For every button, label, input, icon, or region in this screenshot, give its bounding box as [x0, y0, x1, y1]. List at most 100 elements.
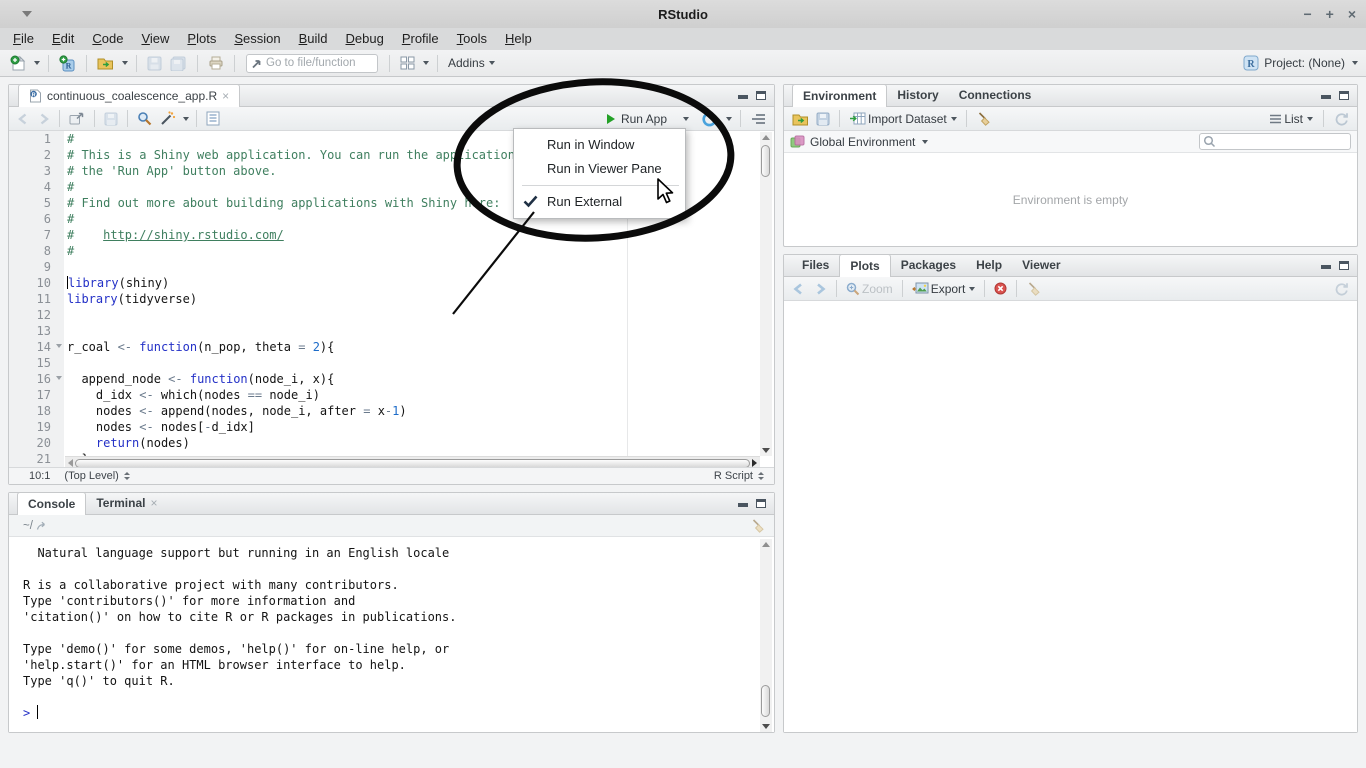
publish-caret-icon[interactable] — [726, 116, 732, 121]
minimize-pane-icon[interactable] — [1321, 91, 1332, 100]
open-file-button[interactable] — [95, 55, 116, 71]
menu-code[interactable]: Code — [83, 28, 132, 50]
editor-tab-close-icon[interactable]: × — [222, 86, 229, 107]
previous-plot-icon[interactable] — [790, 282, 808, 296]
open-in-new-window-icon[interactable] — [67, 111, 87, 126]
tab-packages[interactable]: Packages — [891, 254, 966, 276]
document-outline-icon[interactable] — [749, 112, 768, 126]
scrollbar-thumb[interactable] — [761, 685, 770, 717]
save-workspace-icon[interactable] — [814, 111, 832, 127]
refresh-icon[interactable] — [1332, 111, 1351, 127]
menu-plots[interactable]: Plots — [178, 28, 225, 50]
minimize-pane-icon[interactable] — [738, 91, 749, 100]
load-workspace-icon[interactable] — [790, 111, 811, 127]
new-project-button[interactable]: R — [57, 54, 78, 73]
tab-plots[interactable]: Plots — [839, 254, 891, 277]
console-output[interactable]: Natural language support but running in … — [9, 537, 774, 732]
menu-help[interactable]: Help — [496, 28, 541, 50]
menu-session[interactable]: Session — [225, 28, 289, 50]
forward-icon[interactable] — [35, 112, 52, 126]
save-icon[interactable] — [102, 111, 120, 127]
fold-caret-icon[interactable] — [56, 344, 62, 348]
scroll-left-icon[interactable] — [68, 459, 73, 467]
list-view-button[interactable]: List — [1267, 111, 1315, 127]
menu-edit[interactable]: Edit — [43, 28, 83, 50]
remove-plot-icon[interactable] — [992, 281, 1009, 296]
scroll-up-icon[interactable] — [762, 135, 770, 140]
maximize-pane-icon[interactable] — [756, 91, 766, 100]
tab-files[interactable]: Files — [792, 254, 839, 276]
fold-caret-icon[interactable] — [56, 376, 62, 380]
find-replace-icon[interactable] — [135, 110, 154, 127]
scroll-down-icon[interactable] — [762, 448, 770, 453]
compile-report-icon[interactable] — [204, 110, 222, 127]
zoom-plot-button[interactable]: Zoom — [844, 281, 895, 297]
tab-console[interactable]: Console — [17, 492, 87, 515]
minimize-pane-icon[interactable] — [738, 499, 749, 508]
print-button[interactable] — [206, 55, 226, 71]
maximize-pane-icon[interactable] — [1339, 261, 1349, 270]
environment-search-box[interactable] — [1199, 133, 1351, 150]
menu-debug[interactable]: Debug — [337, 28, 393, 50]
clear-plots-icon[interactable] — [1024, 280, 1044, 297]
maximize-pane-icon[interactable] — [756, 499, 766, 508]
menu-build[interactable]: Build — [290, 28, 337, 50]
editor-vertical-scrollbar[interactable] — [760, 132, 772, 456]
export-plot-button[interactable]: Export — [910, 281, 978, 297]
tab-history[interactable]: History — [887, 84, 948, 106]
scroll-up-icon[interactable] — [762, 542, 770, 547]
goto-directory-icon[interactable] — [36, 521, 49, 531]
menu-item-run-in-viewer-pane[interactable]: Run in Viewer Pane — [514, 157, 685, 181]
tab-terminal[interactable]: Terminal × — [86, 492, 167, 514]
environment-scope-selector[interactable]: Global Environment — [810, 135, 915, 149]
maximize-button[interactable]: + — [1326, 7, 1334, 21]
new-file-caret-icon[interactable] — [34, 61, 40, 65]
minimize-button[interactable]: − — [1303, 7, 1311, 21]
addins-button[interactable]: Addins — [446, 55, 497, 71]
tab-viewer[interactable]: Viewer — [1012, 254, 1070, 276]
save-all-button[interactable] — [168, 55, 189, 72]
clear-environment-icon[interactable] — [974, 110, 994, 127]
menu-profile[interactable]: Profile — [393, 28, 448, 50]
scroll-down-icon[interactable] — [762, 724, 770, 729]
code-tools-wand-icon[interactable] — [157, 110, 178, 127]
tab-connections[interactable]: Connections — [949, 84, 1042, 106]
pane-layout-button[interactable] — [398, 55, 417, 71]
terminal-tab-close-icon[interactable]: × — [150, 493, 157, 514]
menu-file[interactable]: File — [4, 28, 43, 50]
new-file-button[interactable] — [8, 54, 28, 72]
import-dataset-button[interactable]: Import Dataset — [847, 111, 959, 127]
line-number: 15 — [9, 355, 64, 371]
environment-tab-strip: Environment History Connections — [784, 84, 1357, 107]
project-menu-button[interactable]: R Project: (None) — [1243, 55, 1358, 71]
run-app-button[interactable]: Run App — [605, 111, 669, 127]
tab-environment[interactable]: Environment — [792, 84, 888, 107]
menu-item-run-external[interactable]: Run External — [514, 190, 685, 214]
pane-layout-caret-icon[interactable] — [423, 61, 429, 65]
scope-selector[interactable]: (Top Level) — [64, 470, 130, 482]
console-vertical-scrollbar[interactable] — [760, 539, 772, 732]
menu-view[interactable]: View — [132, 28, 178, 50]
save-button[interactable] — [145, 55, 164, 72]
menu-tools[interactable]: Tools — [448, 28, 496, 50]
scrollbar-thumb[interactable] — [761, 145, 770, 177]
close-button[interactable]: × — [1348, 7, 1356, 21]
language-mode-selector[interactable]: R Script — [714, 470, 764, 482]
minimize-pane-icon[interactable] — [1321, 261, 1332, 270]
publish-icon[interactable] — [699, 110, 720, 128]
scroll-right-icon[interactable] — [752, 459, 757, 467]
maximize-pane-icon[interactable] — [1339, 91, 1349, 100]
open-file-caret-icon[interactable] — [122, 61, 128, 65]
tab-help[interactable]: Help — [966, 254, 1012, 276]
run-app-caret-icon[interactable] — [683, 116, 689, 121]
next-plot-icon[interactable] — [811, 282, 829, 296]
back-icon[interactable] — [15, 112, 32, 126]
editor-tab[interactable]: R continuous_coalescence_app.R × — [18, 84, 241, 107]
refresh-plots-icon[interactable] — [1332, 281, 1351, 297]
environment-scope-caret-icon[interactable] — [922, 139, 929, 144]
goto-file-function-input[interactable] — [266, 57, 366, 69]
clear-console-icon[interactable] — [748, 517, 768, 534]
code-tools-caret-icon[interactable] — [183, 116, 189, 121]
goto-file-function-box[interactable] — [246, 53, 378, 73]
menu-item-run-in-window[interactable]: Run in Window — [514, 133, 685, 157]
